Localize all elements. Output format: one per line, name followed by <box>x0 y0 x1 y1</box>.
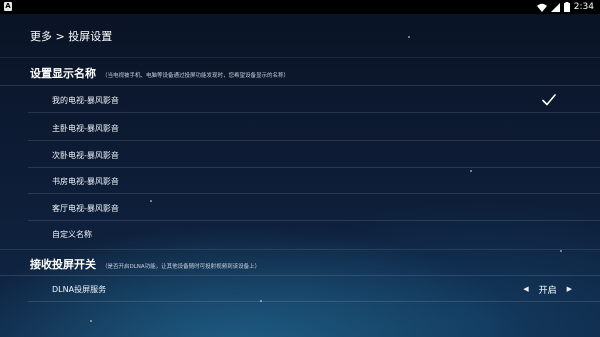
section-divider <box>0 85 600 86</box>
display-name-section-header: 设置显示名称 （当电视被手机、电脑等设备通过投屏功能发现时，您希望设备显示的名称… <box>30 65 289 81</box>
name-option-label: 次卧电视-暴风影音 <box>52 150 119 160</box>
name-option-row[interactable]: 书房电视-暴风影音 <box>0 168 600 194</box>
background-star <box>408 36 410 38</box>
check-icon <box>542 94 556 106</box>
name-option-row[interactable]: 主卧电视-暴风影音 <box>0 115 600 141</box>
arrow-right-icon[interactable]: ▶ <box>567 285 572 293</box>
dlna-row[interactable]: DLNA投屏服务 ◀ 开启 ▶ <box>0 276 600 302</box>
header-divider <box>0 57 600 58</box>
section-divider <box>0 249 600 250</box>
row-divider <box>28 140 600 141</box>
status-bar: A 2:34 <box>0 0 600 14</box>
custom-name-label: 自定义名称 <box>52 229 92 239</box>
breadcrumb: 更多 > 投屏设置 <box>30 30 113 43</box>
background-star <box>560 250 562 252</box>
dlna-toggle[interactable]: ◀ 开启 ▶ <box>523 283 572 296</box>
receive-section-header: 接收投屏开关 （是否开启DLNA功能，让其他设备随时可投射视频到该设备上） <box>30 256 260 272</box>
section-description: （当电视被手机、电脑等设备通过投屏功能发现时，您希望设备显示的名称） <box>102 73 290 79</box>
wifi-icon <box>536 3 547 12</box>
clock: 2:34 <box>573 2 594 12</box>
name-option-row[interactable]: 我的电视-暴风影音 <box>0 87 600 113</box>
section-title: 接收投屏开关 <box>30 258 96 271</box>
row-divider <box>28 112 600 113</box>
app-notification-icon: A <box>4 2 12 11</box>
name-option-label: 客厅电视-暴风影音 <box>52 203 119 213</box>
dlna-value: 开启 <box>538 285 557 296</box>
background-star <box>90 320 92 322</box>
custom-name-row[interactable]: 自定义名称 <box>0 221 600 247</box>
name-option-label: 主卧电视-暴风影音 <box>52 123 119 133</box>
section-title: 设置显示名称 <box>30 67 96 80</box>
row-divider <box>28 301 600 302</box>
dlna-label: DLNA投屏服务 <box>52 284 107 294</box>
section-description: （是否开启DLNA功能，让其他设备随时可投射视频到该设备上） <box>102 264 261 270</box>
row-divider <box>28 193 600 194</box>
name-option-label: 我的电视-暴风影音 <box>52 95 119 105</box>
name-option-row[interactable]: 客厅电视-暴风影音 <box>0 195 600 221</box>
name-option-label: 书房电视-暴风影音 <box>52 176 119 186</box>
arrow-left-icon[interactable]: ◀ <box>523 285 528 293</box>
battery-icon <box>563 2 570 12</box>
signal-icon <box>550 2 560 12</box>
name-option-row[interactable]: 次卧电视-暴风影音 <box>0 142 600 168</box>
